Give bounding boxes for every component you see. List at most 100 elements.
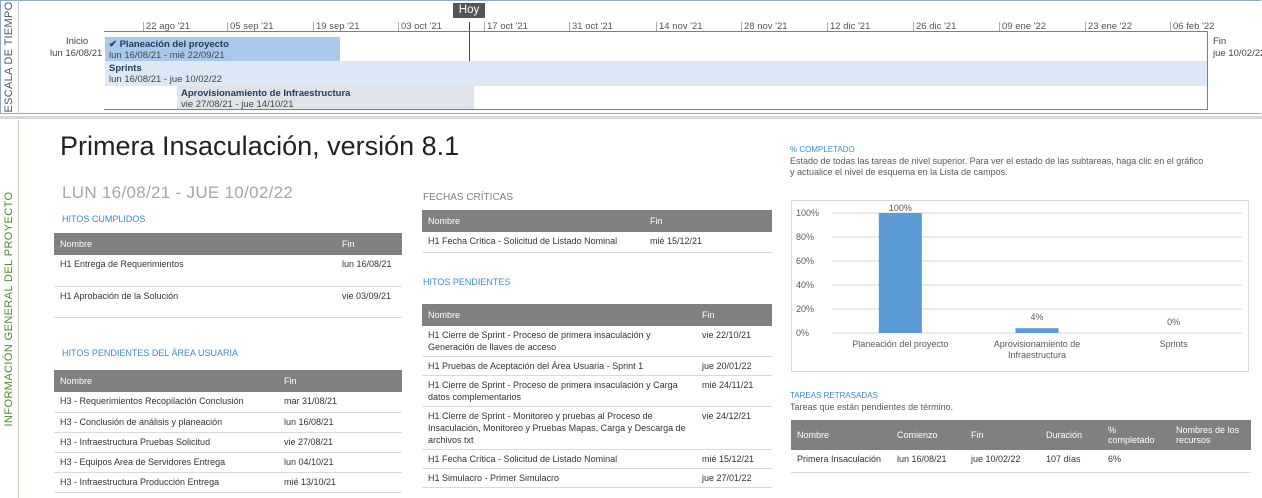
table-row[interactable]: H1 Cierre de Sprint - Proceso de primera… (422, 375, 772, 407)
column-header: Nombre (422, 210, 644, 232)
table-header-row: Nombre Fin (422, 304, 772, 326)
cell-completado: 6% (1102, 450, 1170, 473)
timeline-tick: 03 oct '21 (398, 22, 442, 31)
completado-chart[interactable]: 0% 20% 40% 60% 80% 100% 100% Planeación del pro… (791, 200, 1249, 372)
timeline-bar-sprints[interactable]: Sprints lun 16/08/21 - jue 10/02/22 (105, 61, 1207, 86)
column-header: Fin (965, 420, 1040, 450)
cell-nombre: H3 - Infraestructura Pruebas Solicitud (54, 432, 278, 453)
table-row[interactable]: H3 - Requerimientos Recopilación Conclus… (54, 392, 402, 413)
today-marker-label: Hoy (453, 3, 485, 18)
chart-canvas: 0% 20% 40% 60% 80% 100% 100% Planeación del pro… (796, 203, 1242, 360)
column-header: Comienzo (891, 420, 965, 450)
cell-fin: vie 27/08/21 (278, 432, 402, 453)
hitos-pendientes-table: Nombre Fin H1 Cierre de Sprint - Proceso… (422, 304, 772, 488)
timeline-separator (0, 116, 1262, 119)
table-row[interactable]: H3 - Infraestructura Producción Entrega m… (54, 472, 402, 493)
chart-bar (1015, 328, 1059, 333)
timeline-tick: 17 oct '21 (484, 22, 528, 31)
table-header-row: Nombre Comienzo Fin Duración % completad… (791, 420, 1251, 450)
chart-y-tick-label: 20% (796, 304, 814, 314)
timeline-bar-aprovisionamiento[interactable]: Aprovisionamiento de Infraestructura vie… (177, 86, 474, 110)
cell-nombre: H1 Fecha Crítica - Solicitud de Listado … (422, 449, 696, 469)
chart-y-tick-label: 0% (796, 328, 809, 338)
table-row[interactable]: H3 - Infraestructura Pruebas Solicitud vi… (54, 432, 402, 453)
column-header: Nombre (54, 370, 278, 392)
cell-recursos (1170, 450, 1251, 473)
timeline-side-label: ESCALA DE TIEMPO (3, 1, 15, 113)
chart-y-tick-label: 40% (796, 280, 814, 290)
table-row[interactable]: H1 Simulacro - Primer Simulacro jue 27/01… (422, 468, 772, 488)
timeline-tick: 23 ene '22 (1085, 22, 1132, 31)
cell-fin: mié 15/12/21 (644, 232, 772, 253)
column-header: % completado (1102, 420, 1170, 450)
table-header-row: Nombre Fin (422, 210, 772, 232)
cell-nombre: H1 Entrega de Requerimientos (54, 255, 336, 287)
chart-y-tick-label: 60% (796, 256, 814, 266)
cell-fin: lun 04/10/21 (278, 452, 402, 473)
chart-y-tick-label: 80% (796, 232, 814, 242)
fechas-criticas-table: Nombre Fin H1 Fecha Crítica - Solicitud … (422, 210, 772, 253)
table-row[interactable]: H1 Entrega de Requerimientos lun 16/08/2… (54, 255, 402, 287)
chart-data-label: 4% (1030, 312, 1043, 322)
column-header: Duración (1040, 420, 1102, 450)
timeline-start-label: Inicio (66, 36, 89, 47)
column-header: Nombre (791, 420, 891, 450)
cell-fin: lun 16/08/21 (278, 412, 402, 433)
table-header-row: Nombre Fin (54, 233, 402, 255)
fechas-criticas-title: FECHAS CRÍTICAS (423, 192, 514, 203)
table-row[interactable]: H1 Pruebas de Aceptación del Área Usuari… (422, 356, 772, 376)
table-row[interactable]: H3 - Conclusión de análisis y planeación… (54, 412, 402, 433)
timeline-bar-dates: vie 27/08/21 - jue 14/10/21 (181, 99, 294, 110)
retrasadas-table: Nombre Comienzo Fin Duración % completad… (791, 420, 1251, 473)
hitos-cumplidos-table: Nombre Fin H1 Entrega de Requerimientos … (54, 233, 402, 318)
column-header: Fin (644, 210, 772, 232)
cell-nombre: H3 - Requerimientos Recopilación Conclus… (54, 392, 278, 413)
timeline-tick: 06 feb '22 (1170, 22, 1214, 31)
table-row[interactable]: H3 - Equipos Area de Servidores Entrega l… (54, 452, 402, 473)
cell-fin: jue 20/01/22 (696, 356, 772, 376)
cell-fin: mié 24/11/21 (696, 375, 772, 407)
cell-nombre: H1 Cierre de Sprint - Proceso de primera… (422, 326, 696, 357)
table-row[interactable]: H1 Cierre de Sprint - Proceso de primera… (422, 326, 772, 357)
column-header: Fin (336, 233, 402, 255)
cell-nombre: H1 Simulacro - Primer Simulacro (422, 468, 696, 488)
timeline-tick: 19 sep '21 (313, 22, 360, 31)
cell-fin: mié 13/10/21 (278, 472, 402, 493)
hitos-cumplidos-title: HITOS CUMPLIDOS (62, 214, 146, 224)
cell-nombre: H3 - Infraestructura Producción Entrega (54, 472, 278, 493)
table-row[interactable]: H1 Fecha Crítica - Solicitud de Listado … (422, 232, 772, 253)
completado-title: % COMPLETADO (790, 145, 855, 154)
column-header: Fin (278, 370, 402, 392)
cell-nombre: H3 - Conclusión de análisis y planeación (54, 412, 278, 433)
timeline-tick: 28 nov '21 (741, 22, 788, 31)
cell-nombre: H1 Cierre de Sprint - Proceso de primera… (422, 375, 696, 407)
timeline-bar-title: Sprints (109, 63, 142, 74)
timeline-tick: 09 ene '22 (999, 22, 1046, 31)
timeline-tick: 31 oct '21 (569, 22, 613, 31)
timeline-bar-dates: lun 16/08/21 - jue 10/02/22 (109, 74, 223, 85)
table-row[interactable]: H1 Fecha Crítica - Solicitud de Listado … (422, 449, 772, 469)
timeline-divider (18, 0, 19, 114)
chart-category-label: Planeación del proyecto (852, 339, 948, 349)
timeline-tick: 26 dic '21 (913, 22, 956, 31)
timeline-start-date: lun 16/08/21 (50, 48, 103, 59)
chart-category-label: Aprovisionamiento de Infraestructura (994, 339, 1081, 360)
timeline-panel[interactable]: ESCALA DE TIEMPO Hoy 22 ago '21 05 sep '… (0, 0, 1262, 117)
column-header: Nombres de los recursos (1170, 420, 1251, 450)
timeline-bar-planeacion[interactable]: ✔ Planeación del proyecto lun 16/08/21 -… (105, 37, 340, 61)
retrasadas-title: TAREAS RETRASADAS (790, 391, 878, 400)
timeline-end-date: jue 10/02/22 (1213, 48, 1262, 59)
table-row[interactable]: H1 Aprobación de la Solución vie 03/09/2… (54, 286, 402, 318)
table-row[interactable]: H1 Cierre de Sprint - Monitoreo y prueba… (422, 406, 772, 450)
hitos-usuaria-table: Nombre Fin H3 - Requerimientos Recopilac… (54, 370, 402, 493)
table-row[interactable]: Primera Insaculación lun 16/08/21 jue 10… (791, 450, 1251, 473)
chart-data-label: 0% (1167, 317, 1180, 327)
project-title: Primera Insaculación, versión 8.1 (60, 131, 460, 161)
cell-fin: jue 10/02/22 (965, 450, 1040, 473)
chart-bar (878, 213, 922, 333)
cell-fin: vie 03/09/21 (336, 286, 402, 318)
column-header: Fin (696, 304, 772, 326)
cell-fin: lun 16/08/21 (336, 255, 402, 287)
chart-data-label: 100% (889, 203, 912, 213)
cell-nombre: H3 - Equipos Area de Servidores Entrega (54, 452, 278, 473)
